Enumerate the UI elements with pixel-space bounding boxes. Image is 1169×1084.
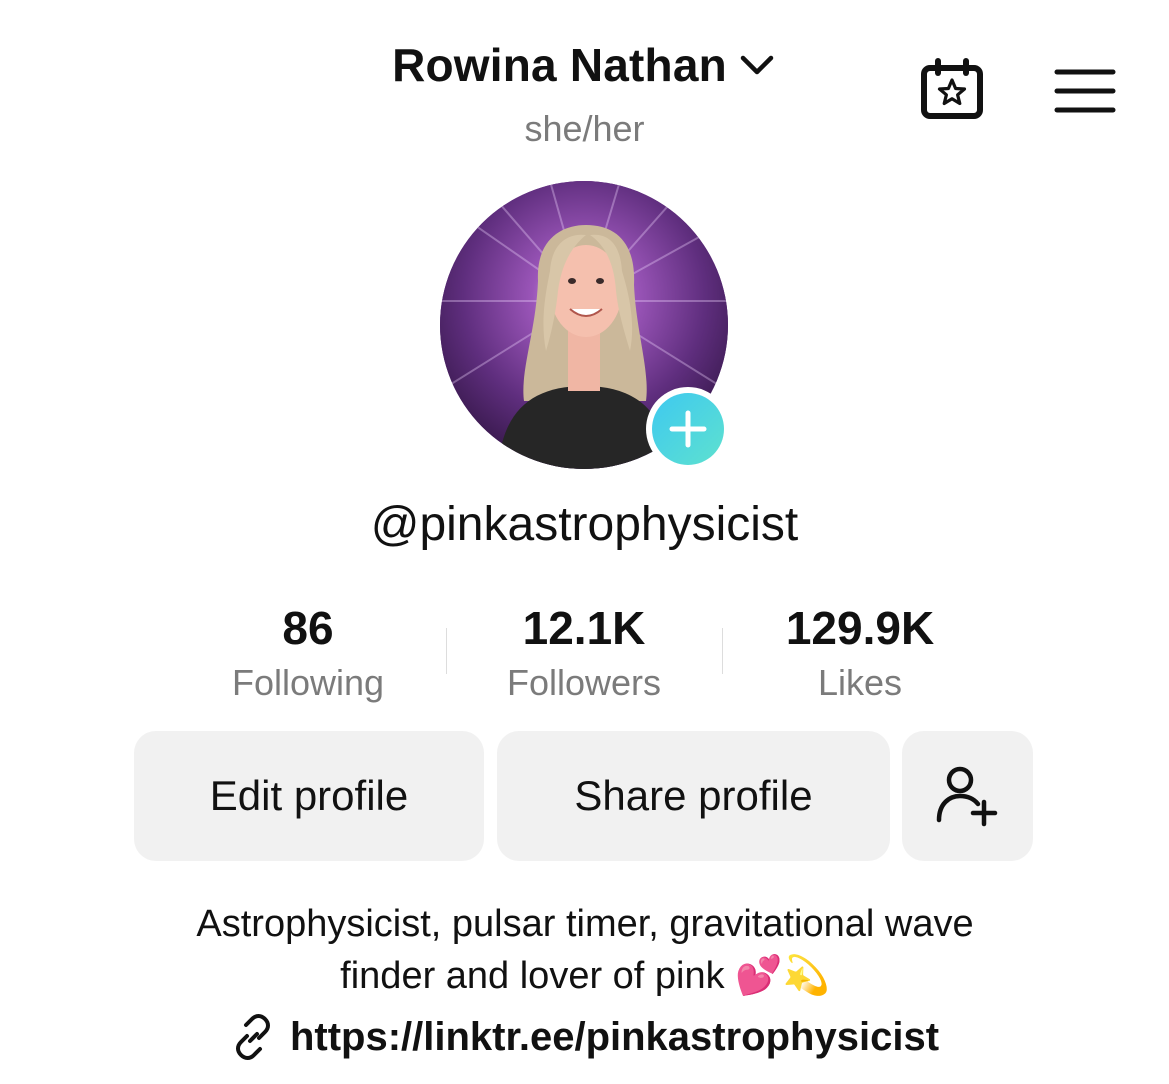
- add-story-button[interactable]: [646, 387, 730, 471]
- stat-label: Following: [231, 662, 385, 703]
- chevron-down-icon: [740, 55, 774, 75]
- avatar-container: [440, 181, 730, 471]
- add-friend-button[interactable]: [902, 731, 1033, 861]
- stat-value: 12.1K: [522, 602, 646, 654]
- account-switcher[interactable]: Rowina Nathan: [0, 38, 1169, 92]
- stats-row: 86 Following 12.1K Followers 129.9K Like…: [170, 600, 998, 710]
- edit-profile-button[interactable]: Edit profile: [134, 731, 484, 861]
- add-person-icon: [936, 766, 997, 827]
- stat-label: Likes: [817, 662, 903, 703]
- stat-following[interactable]: 86 Following: [170, 600, 446, 710]
- stats-divider: [446, 628, 447, 674]
- bio-line: finder and lover of pink 💕💫: [340, 955, 830, 997]
- pronouns: she/her: [524, 108, 645, 149]
- stat-followers[interactable]: 12.1K Followers: [446, 600, 722, 710]
- username: @pinkastrophysicist: [370, 498, 799, 551]
- stat-label: Followers: [506, 662, 662, 703]
- stat-value: 86: [282, 602, 334, 654]
- plus-icon: [669, 410, 707, 448]
- stat-value: 129.9K: [785, 602, 935, 654]
- bio-line: Astrophysicist, pulsar timer, gravitatio…: [196, 903, 974, 945]
- add-badge-inner: [652, 393, 724, 465]
- share-profile-button[interactable]: Share profile: [497, 731, 890, 861]
- stat-likes[interactable]: 129.9K Likes: [722, 600, 998, 710]
- bio: Astrophysicist, pulsar timer, gravitatio…: [100, 898, 1070, 1002]
- calendar-star-icon[interactable]: [918, 58, 986, 122]
- profile-link[interactable]: https://linktr.ee/pinkastrophysicist: [0, 1014, 1169, 1060]
- profile-header: Rowina Nathan she/her: [0, 0, 1169, 170]
- link-url[interactable]: https://linktr.ee/pinkastrophysicist: [290, 1015, 939, 1060]
- stats-divider: [722, 628, 723, 674]
- link-icon: [235, 1014, 270, 1060]
- display-name: Rowina Nathan: [392, 39, 727, 91]
- hamburger-menu-icon[interactable]: [1054, 66, 1116, 116]
